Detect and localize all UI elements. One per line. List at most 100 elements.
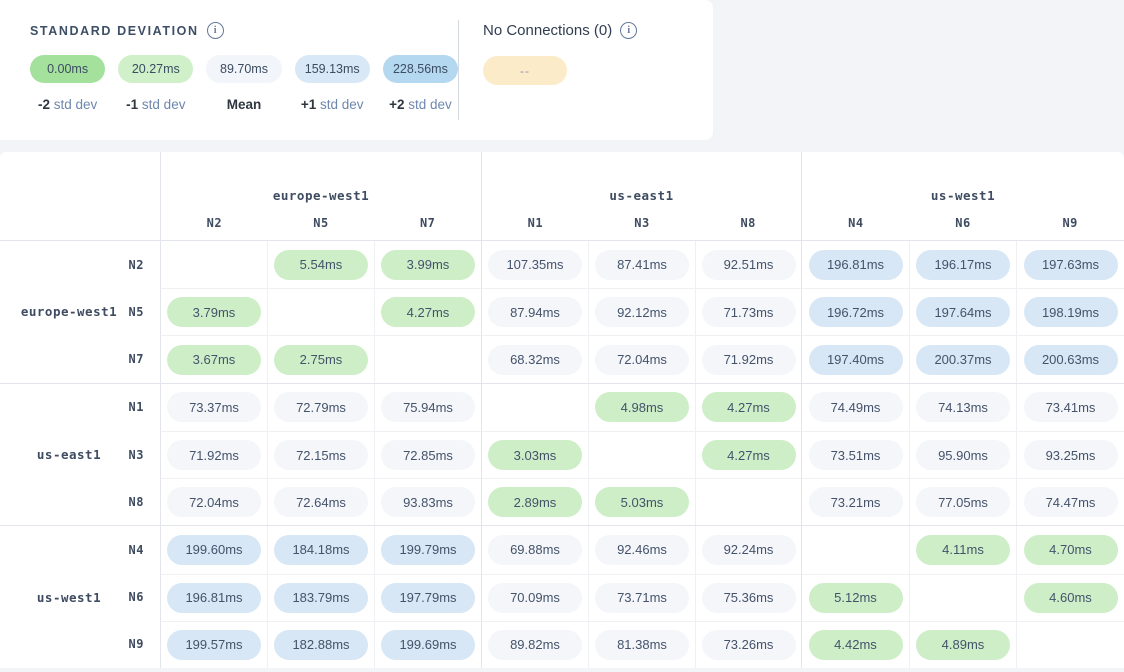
latency-value-pill[interactable]: 4.98ms	[595, 392, 689, 422]
latency-value-pill[interactable]: 92.51ms	[702, 250, 796, 280]
latency-value-pill[interactable]: 74.47ms	[1024, 487, 1118, 517]
latency-value-pill[interactable]: 4.27ms	[381, 297, 475, 327]
latency-value-pill[interactable]: 197.64ms	[916, 297, 1010, 327]
column-group-label: us-west1	[802, 188, 1124, 203]
latency-value-pill[interactable]: 182.88ms	[274, 630, 368, 660]
latency-value-pill[interactable]: 87.94ms	[488, 297, 582, 327]
latency-value-pill[interactable]: 4.89ms	[916, 630, 1010, 660]
latency-value-pill[interactable]: 196.81ms	[809, 250, 903, 280]
latency-cell: 73.21ms	[801, 478, 909, 525]
self-cell	[160, 241, 267, 288]
latency-value-pill[interactable]: 72.04ms	[595, 345, 689, 375]
column-group-label: us-east1	[482, 188, 801, 203]
latency-cell: 197.64ms	[909, 288, 1016, 335]
table-row-N5: N53.79ms4.27ms87.94ms92.12ms71.73ms196.7…	[0, 288, 1124, 335]
latency-value-pill[interactable]: 107.35ms	[488, 250, 582, 280]
latency-value-pill[interactable]: 75.94ms	[381, 392, 475, 422]
latency-value-pill[interactable]: 74.49ms	[809, 392, 903, 422]
latency-value-pill[interactable]: 2.75ms	[274, 345, 368, 375]
latency-value-pill[interactable]: 199.69ms	[381, 630, 475, 660]
latency-cell: 92.51ms	[695, 241, 801, 288]
latency-cell: 73.71ms	[588, 574, 695, 621]
stddev-pill-plus1: 159.13ms	[295, 55, 370, 83]
table-row-N9: N9199.57ms182.88ms199.69ms89.82ms81.38ms…	[0, 621, 1124, 668]
latency-value-pill[interactable]: 93.25ms	[1024, 440, 1118, 470]
latency-value-pill[interactable]: 72.85ms	[381, 440, 475, 470]
latency-value-pill[interactable]: 197.63ms	[1024, 250, 1118, 280]
latency-value-pill[interactable]: 3.99ms	[381, 250, 475, 280]
self-cell	[588, 431, 695, 478]
stddev-pill-mean: 89.70ms	[206, 55, 281, 83]
latency-value-pill[interactable]: 183.79ms	[274, 583, 368, 613]
latency-value-pill[interactable]: 89.82ms	[488, 630, 582, 660]
latency-value-pill[interactable]: 5.03ms	[595, 487, 689, 517]
latency-value-pill[interactable]: 5.54ms	[274, 250, 368, 280]
latency-value-pill[interactable]: 92.46ms	[595, 535, 689, 565]
column-header-N5: N5	[268, 216, 375, 230]
latency-cell: 93.83ms	[374, 478, 481, 525]
latency-value-pill[interactable]: 198.19ms	[1024, 297, 1118, 327]
latency-value-pill[interactable]: 199.60ms	[167, 535, 261, 565]
latency-value-pill[interactable]: 199.79ms	[381, 535, 475, 565]
latency-cell: 4.27ms	[695, 431, 801, 478]
latency-value-pill[interactable]: 73.37ms	[167, 392, 261, 422]
latency-value-pill[interactable]: 72.64ms	[274, 487, 368, 517]
latency-value-pill[interactable]: 73.21ms	[809, 487, 903, 517]
latency-value-pill[interactable]: 2.89ms	[488, 487, 582, 517]
latency-value-pill[interactable]: 4.27ms	[702, 440, 796, 470]
latency-value-pill[interactable]: 87.41ms	[595, 250, 689, 280]
latency-value-pill[interactable]: 77.05ms	[916, 487, 1010, 517]
column-header-N2: N2	[161, 216, 268, 230]
latency-value-pill[interactable]: 75.36ms	[702, 583, 796, 613]
latency-value-pill[interactable]: 4.60ms	[1024, 583, 1118, 613]
latency-value-pill[interactable]: 4.70ms	[1024, 535, 1118, 565]
latency-value-pill[interactable]: 72.04ms	[167, 487, 261, 517]
row-header-N1: N1	[0, 384, 160, 431]
latency-value-pill[interactable]: 184.18ms	[274, 535, 368, 565]
latency-value-pill[interactable]: 81.38ms	[595, 630, 689, 660]
latency-value-pill[interactable]: 73.26ms	[702, 630, 796, 660]
latency-value-pill[interactable]: 72.15ms	[274, 440, 368, 470]
latency-value-pill[interactable]: 69.88ms	[488, 535, 582, 565]
stddev-pill-plus2: 228.56ms	[383, 55, 458, 83]
latency-value-pill[interactable]: 3.79ms	[167, 297, 261, 327]
latency-value-pill[interactable]: 71.92ms	[167, 440, 261, 470]
latency-value-pill[interactable]: 71.92ms	[702, 345, 796, 375]
latency-value-pill[interactable]: 196.17ms	[916, 250, 1010, 280]
stddev-label-row: -2 std dev -1 std dev Mean +1 std dev +2…	[30, 97, 458, 112]
latency-value-pill[interactable]: 68.32ms	[488, 345, 582, 375]
latency-value-pill[interactable]: 70.09ms	[488, 583, 582, 613]
column-header-N7: N7	[374, 216, 481, 230]
latency-cell: 197.79ms	[374, 574, 481, 621]
latency-value-pill[interactable]: 92.24ms	[702, 535, 796, 565]
latency-cell: 87.41ms	[588, 241, 695, 288]
latency-value-pill[interactable]: 197.40ms	[809, 345, 903, 375]
latency-matrix: europe-west1N2N5N7us-east1N1N3N8us-west1…	[0, 152, 1124, 668]
latency-value-pill[interactable]: 200.63ms	[1024, 345, 1118, 375]
latency-value-pill[interactable]: 196.72ms	[809, 297, 903, 327]
latency-value-pill[interactable]: 5.12ms	[809, 583, 903, 613]
latency-value-pill[interactable]: 73.51ms	[809, 440, 903, 470]
latency-value-pill[interactable]: 95.90ms	[916, 440, 1010, 470]
latency-cell: 81.38ms	[588, 621, 695, 668]
latency-value-pill[interactable]: 200.37ms	[916, 345, 1010, 375]
info-icon[interactable]: i	[207, 22, 224, 39]
latency-value-pill[interactable]: 4.42ms	[809, 630, 903, 660]
latency-value-pill[interactable]: 196.81ms	[167, 583, 261, 613]
latency-value-pill[interactable]: 73.41ms	[1024, 392, 1118, 422]
latency-cell: 4.42ms	[801, 621, 909, 668]
latency-value-pill[interactable]: 72.79ms	[274, 392, 368, 422]
info-icon[interactable]: i	[620, 22, 637, 39]
latency-value-pill[interactable]: 93.83ms	[381, 487, 475, 517]
latency-value-pill[interactable]: 92.12ms	[595, 297, 689, 327]
latency-value-pill[interactable]: 197.79ms	[381, 583, 475, 613]
latency-value-pill[interactable]: 74.13ms	[916, 392, 1010, 422]
row-header-N2: N2	[0, 241, 160, 288]
latency-value-pill[interactable]: 71.73ms	[702, 297, 796, 327]
latency-value-pill[interactable]: 3.03ms	[488, 440, 582, 470]
latency-value-pill[interactable]: 199.57ms	[167, 630, 261, 660]
latency-value-pill[interactable]: 73.71ms	[595, 583, 689, 613]
latency-value-pill[interactable]: 3.67ms	[167, 345, 261, 375]
latency-value-pill[interactable]: 4.27ms	[702, 392, 796, 422]
latency-value-pill[interactable]: 4.11ms	[916, 535, 1010, 565]
